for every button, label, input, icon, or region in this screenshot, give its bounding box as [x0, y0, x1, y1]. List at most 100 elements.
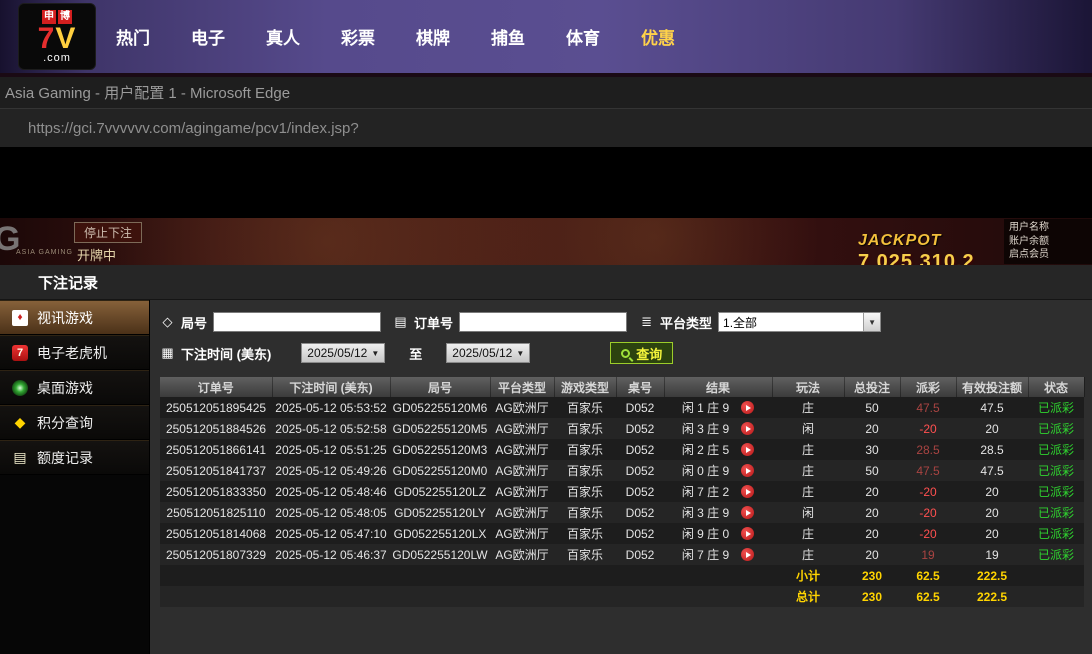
play-button[interactable]	[741, 422, 754, 435]
platform-select[interactable]: 1.全部 ▼	[718, 312, 881, 332]
table-row: 2505120518251102025-05-12 05:48:05GD0522…	[160, 502, 1084, 523]
sidebar-item[interactable]: 额度记录	[0, 440, 149, 475]
order-filter: ▤ 订单号	[393, 312, 627, 332]
column-header: 玩法	[772, 377, 844, 397]
order-input[interactable]	[459, 312, 627, 332]
play-button[interactable]	[741, 464, 754, 477]
site-navbar: 申 博 7V .com 热门 电子 真人 彩票 棋牌 捕鱼 体育 优惠	[0, 0, 1092, 73]
sidebar-item[interactable]: 电子老虎机	[0, 335, 149, 370]
play-button[interactable]	[741, 443, 754, 456]
play-type-cell: 庄	[772, 481, 844, 502]
search-button-label: 查询	[636, 344, 662, 363]
nav-item-7[interactable]: 体育	[566, 24, 600, 49]
table-no-cell: D052	[616, 439, 664, 460]
panel-title-row: 下注记录	[0, 265, 1092, 300]
play-button[interactable]	[741, 548, 754, 561]
sidebar-item[interactable]: 积分查询	[0, 405, 149, 440]
result-cell: 闲 0 庄 9	[664, 460, 772, 481]
platform-cell: AG欧洲厅	[490, 439, 554, 460]
sidebar-item[interactable]: 桌面游戏	[0, 370, 149, 405]
valid-bet-cell: 20	[956, 523, 1028, 544]
bet-records-table: 订单号下注时间 (美东)局号平台类型游戏类型桌号结果玩法总投注派彩有效投注额状态…	[160, 377, 1085, 607]
game-cell: 百家乐	[554, 481, 616, 502]
nav-item-5[interactable]: 棋牌	[416, 24, 450, 49]
empty-cell	[160, 565, 772, 586]
filter-row-1: ◇ 局号 ▤ 订单号 ≣ 平台类型 1.全部 ▼	[160, 310, 1092, 334]
sidebar-item[interactable]: 视讯游戏	[0, 300, 149, 335]
column-header: 游戏类型	[554, 377, 616, 397]
search-button[interactable]: 查询	[610, 342, 673, 364]
nav-item-1[interactable]: 热门	[116, 24, 150, 49]
platform-cell: AG欧洲厅	[490, 397, 554, 418]
total-row-bet: 230	[844, 586, 900, 607]
time-cell: 2025-05-12 05:48:05	[272, 502, 390, 523]
order-label: 订单号	[414, 313, 453, 332]
result-text: 闲 3 庄 9	[682, 504, 729, 521]
page-title: 下注记录	[38, 272, 98, 293]
bet-cell: 20	[844, 502, 900, 523]
round-input[interactable]	[213, 312, 381, 332]
play-button[interactable]	[741, 527, 754, 540]
nav-item-4[interactable]: 彩票	[341, 24, 375, 49]
date-to-picker[interactable]: 2025/05/12 ▼	[446, 343, 530, 363]
status-cell: 已派彩	[1028, 523, 1084, 544]
table-row: 2505120518333502025-05-12 05:48:46GD0522…	[160, 481, 1084, 502]
chevron-down-icon: ▼	[371, 349, 379, 358]
column-header: 结果	[664, 377, 772, 397]
sidebar-item-label: 电子老虎机	[37, 343, 107, 363]
time-cell: 2025-05-12 05:47:10	[272, 523, 390, 544]
column-header: 订单号	[160, 377, 272, 397]
play-button[interactable]	[741, 506, 754, 519]
window-title: Asia Gaming - 用户配置 1 - Microsoft Edge	[5, 82, 290, 103]
nav-item-8[interactable]: 优惠	[641, 24, 675, 49]
subtotal-row-bet: 230	[844, 565, 900, 586]
site-logo[interactable]: 申 博 7V .com	[18, 3, 96, 70]
nav-item-6[interactable]: 捕鱼	[491, 24, 525, 49]
game-banner: G ASIA GAMING 停止下注 开牌中 JACKPOT 7,025,310…	[0, 218, 1092, 265]
date-from-value: 2025/05/12	[307, 346, 367, 360]
order-cell: 250512051841737	[160, 460, 272, 481]
table-no-cell: D052	[616, 544, 664, 565]
round-cell: GD052255120LX	[390, 523, 490, 544]
bet-cell: 20	[844, 544, 900, 565]
order-cell: 250512051814068	[160, 523, 272, 544]
order-cell: 250512051833350	[160, 481, 272, 502]
subtotal-row: 小计23062.5222.5	[160, 565, 1084, 586]
date-from-picker[interactable]: 2025/05/12 ▼	[301, 343, 385, 363]
valid-bet-cell: 20	[956, 418, 1028, 439]
status-cell: 已派彩	[1028, 460, 1084, 481]
round-cell: GD052255120M6	[390, 397, 490, 418]
play-type-cell: 庄	[772, 397, 844, 418]
account-line-balance: 账户余额	[1009, 235, 1087, 249]
play-type-cell: 庄	[772, 523, 844, 544]
result-cell: 闲 3 庄 9	[664, 418, 772, 439]
result-text: 闲 0 庄 9	[682, 462, 729, 479]
nav-item-3[interactable]: 真人	[266, 24, 300, 49]
table-row: 2505120518845262025-05-12 05:52:58GD0522…	[160, 418, 1084, 439]
result-wrap: 闲 3 庄 9	[664, 504, 772, 521]
game-cell: 百家乐	[554, 439, 616, 460]
to-label: 至	[409, 344, 422, 363]
round-cell: GD052255120M0	[390, 460, 490, 481]
address-bar[interactable]: https://gci.7vvvvvv.com/agingame/pcv1/in…	[0, 108, 1092, 148]
window-titlebar: Asia Gaming - 用户配置 1 - Microsoft Edge	[0, 77, 1092, 108]
column-header: 下注时间 (美东)	[272, 377, 390, 397]
valid-bet-cell: 20	[956, 502, 1028, 523]
round-cell: GD052255120M5	[390, 418, 490, 439]
result-wrap: 闲 1 庄 9	[664, 399, 772, 416]
payout-cell: 19	[900, 544, 956, 565]
play-button[interactable]	[741, 485, 754, 498]
game-cell: 百家乐	[554, 397, 616, 418]
result-text: 闲 9 庄 0	[682, 525, 729, 542]
time-cell: 2025-05-12 05:53:52	[272, 397, 390, 418]
play-button[interactable]	[741, 401, 754, 414]
table-row: 2505120518417372025-05-12 05:49:26GD0522…	[160, 460, 1084, 481]
bet-cell: 50	[844, 460, 900, 481]
account-line-username: 用户名称	[1009, 221, 1087, 235]
platform-cell: AG欧洲厅	[490, 544, 554, 565]
play-type-cell: 闲	[772, 502, 844, 523]
order-cell: 250512051825110	[160, 502, 272, 523]
table-no-cell: D052	[616, 418, 664, 439]
nav-item-2[interactable]: 电子	[191, 24, 225, 49]
magnifier-icon	[621, 349, 630, 358]
